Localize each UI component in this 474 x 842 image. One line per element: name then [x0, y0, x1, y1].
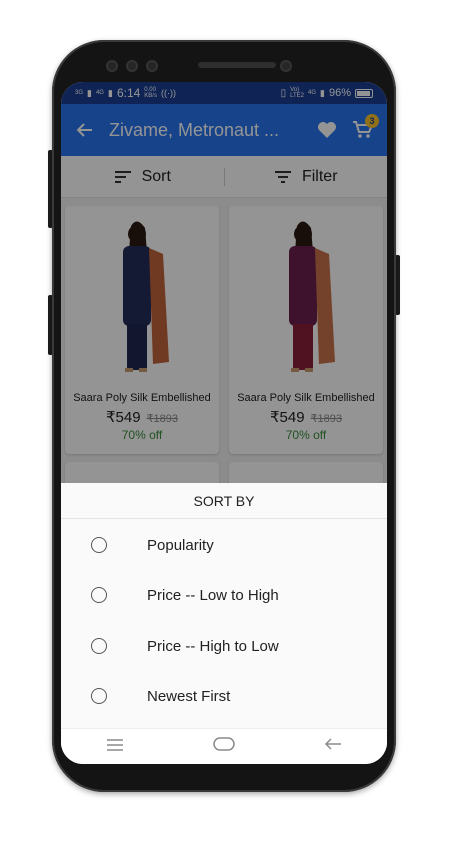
sort-option-label: Newest First [147, 687, 231, 705]
sort-option-price-high-low[interactable]: Price -- High to Low [61, 624, 387, 668]
sort-option-price-low-high[interactable]: Price -- Low to High [61, 573, 387, 617]
front-camera-icon [280, 60, 292, 72]
earpiece-speaker [198, 62, 276, 68]
radio-button[interactable] [91, 688, 107, 704]
home-icon[interactable] [213, 737, 235, 756]
sort-option-newest[interactable]: Newest First [61, 674, 387, 718]
sensor-icon [146, 60, 158, 72]
back-nav-icon[interactable] [324, 737, 342, 756]
sort-sheet-title: SORT BY [61, 483, 387, 519]
sensor-icon [126, 60, 138, 72]
sort-option-label: Price -- Low to High [147, 586, 279, 604]
menu-icon[interactable] [106, 738, 124, 756]
sort-option-popularity[interactable]: Popularity [61, 523, 387, 567]
system-nav-bar [61, 728, 387, 764]
radio-button[interactable] [91, 537, 107, 553]
sensor-icon [106, 60, 118, 72]
sort-bottom-sheet: SORT BY Popularity Price -- Low to High … [61, 483, 387, 764]
radio-button[interactable] [91, 587, 107, 603]
phone-screen: 3G ▮ 4G ▮ 6:14 0.00 KB/s ((·)) ▯ Vo) LTE… [61, 82, 387, 764]
radio-button[interactable] [91, 638, 107, 654]
sort-option-label: Price -- High to Low [147, 637, 279, 655]
sort-option-label: Popularity [147, 536, 214, 554]
